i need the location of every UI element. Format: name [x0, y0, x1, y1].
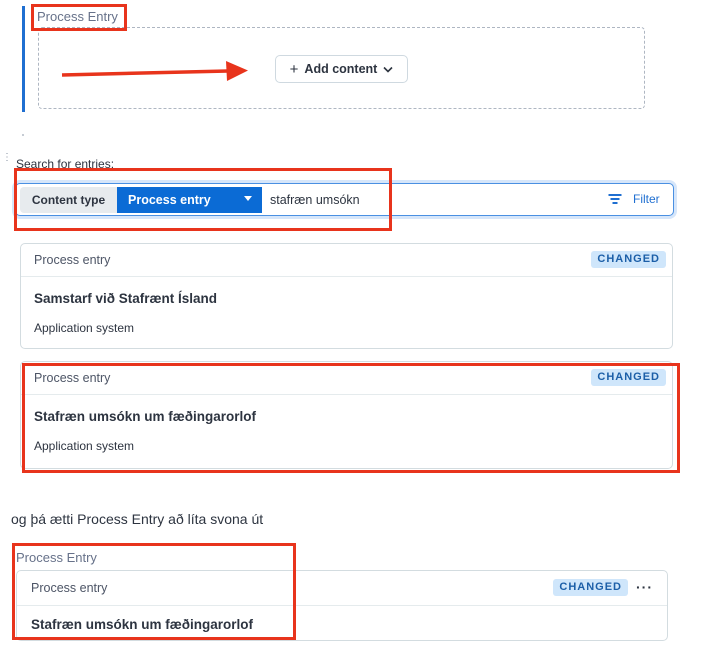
- status-badge: CHANGED: [591, 251, 666, 268]
- card-subtitle: Application system: [34, 321, 135, 335]
- annotation-arrow: [61, 61, 248, 81]
- card-header: Process entry CHANGED: [21, 244, 672, 277]
- drag-handle-icon[interactable]: ⋮: [2, 153, 12, 163]
- result-card[interactable]: Process entry CHANGED Samstarf við Stafr…: [20, 243, 673, 349]
- add-content-button[interactable]: + Add content: [275, 55, 408, 83]
- card-header: Process entry CHANGED: [21, 362, 672, 395]
- chevron-down-icon: [383, 66, 393, 73]
- entry-preview-card[interactable]: Process entry CHANGED ··· Stafræn umsókn…: [16, 570, 668, 641]
- card-type: Process entry: [31, 581, 108, 595]
- card-type: Process entry: [34, 371, 111, 385]
- search-label: Search for entries:: [16, 157, 115, 171]
- result-card[interactable]: Process entry CHANGED Stafræn umsókn um …: [20, 361, 673, 469]
- filter-label: Filter: [633, 192, 660, 206]
- content-type-select[interactable]: Process entry: [117, 187, 262, 213]
- card-title: Stafræn umsókn um fæðingarorlof: [34, 409, 257, 424]
- field-label: Process Entry: [37, 9, 118, 24]
- card-title: Samstarf við Stafrænt Ísland: [34, 291, 218, 306]
- add-content-label: Add content: [304, 62, 378, 76]
- more-options-icon[interactable]: ···: [636, 579, 653, 595]
- card-header: Process entry CHANGED ···: [17, 571, 667, 606]
- plus-icon: +: [289, 60, 299, 78]
- status-badge: CHANGED: [591, 369, 666, 386]
- search-input[interactable]: [270, 190, 570, 210]
- filter-button[interactable]: Filter: [608, 192, 660, 206]
- content-type-value: Process entry: [128, 193, 211, 207]
- field-label: Process Entry: [16, 550, 97, 565]
- caret-down-icon: [244, 196, 252, 201]
- field-accent-bar: [22, 6, 25, 112]
- card-subtitle: Application system: [34, 439, 135, 453]
- divider-dot: [22, 134, 24, 136]
- card-title: Stafræn umsókn um fæðingarorlof: [31, 617, 254, 632]
- filter-icon: [608, 194, 621, 204]
- instruction-text: og þá ætti Process Entry að líta svona ú…: [11, 511, 264, 527]
- content-type-label: Content type: [20, 187, 117, 213]
- card-type: Process entry: [34, 253, 111, 267]
- status-badge: CHANGED: [553, 579, 628, 596]
